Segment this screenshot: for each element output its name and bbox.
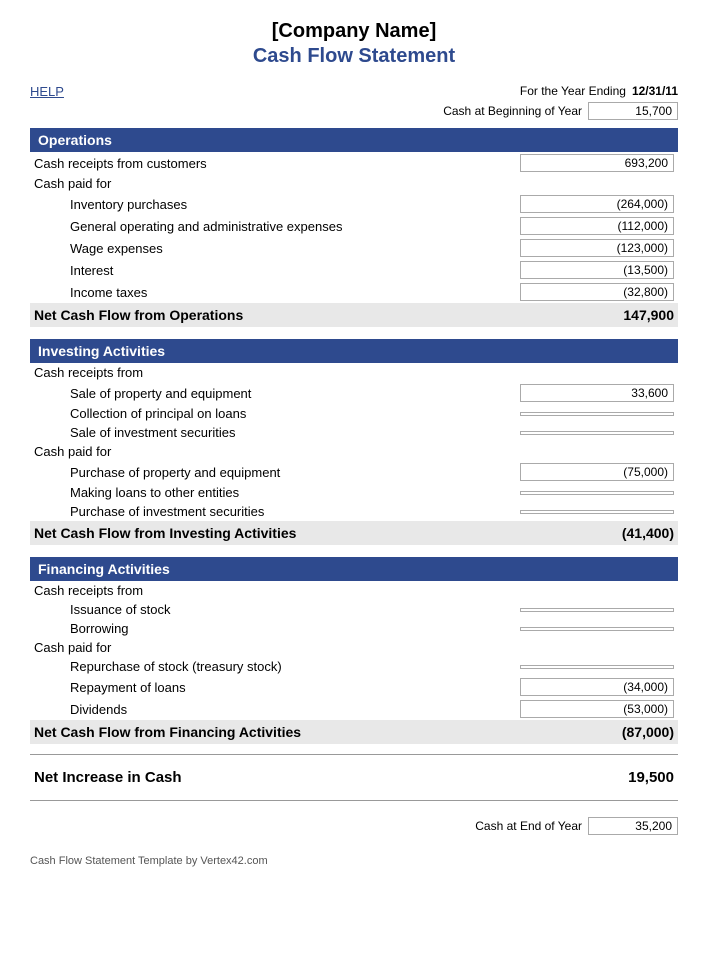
- row-label: Cash receipts from: [30, 581, 516, 600]
- table-row: Sale of property and equipment 33,600: [30, 382, 678, 404]
- table-row: Cash paid for: [30, 174, 678, 193]
- row-label: Repayment of loans: [30, 676, 516, 698]
- row-label: Purchase of property and equipment: [30, 461, 516, 483]
- investing-header: Investing Activities: [30, 339, 678, 363]
- help-link[interactable]: HELP: [30, 84, 64, 99]
- operations-section: Operations Cash receipts from customers …: [30, 128, 678, 327]
- table-row: Wage expenses (123,000): [30, 237, 678, 259]
- net-increase-row: Net Increase in Cash 19,500: [30, 763, 678, 792]
- table-row: Borrowing: [30, 619, 678, 638]
- financing-table: Cash receipts from Issuance of stock Bor…: [30, 581, 678, 744]
- row-label: Cash paid for: [30, 638, 516, 657]
- row-label: Making loans to other entities: [30, 483, 516, 502]
- net-increase-value: 19,500: [516, 763, 678, 792]
- table-row: Cash paid for: [30, 638, 678, 657]
- row-value[interactable]: [516, 600, 678, 619]
- table-row: Making loans to other entities: [30, 483, 678, 502]
- row-value[interactable]: [516, 483, 678, 502]
- row-label: Cash paid for: [30, 442, 516, 461]
- row-value[interactable]: [516, 619, 678, 638]
- row-value[interactable]: (123,000): [516, 237, 678, 259]
- row-label: Interest: [30, 259, 516, 281]
- net-operations-value: 147,900: [516, 303, 678, 327]
- investing-table: Cash receipts from Sale of property and …: [30, 363, 678, 545]
- cash-end-label: Cash at End of Year: [475, 819, 582, 833]
- table-row: Sale of investment securities: [30, 423, 678, 442]
- row-value[interactable]: [516, 404, 678, 423]
- net-financing-label: Net Cash Flow from Financing Activities: [30, 720, 516, 744]
- row-label: Borrowing: [30, 619, 516, 638]
- footer-text: Cash Flow Statement Template by Vertex42…: [30, 855, 678, 867]
- table-row: Issuance of stock: [30, 600, 678, 619]
- row-value[interactable]: 693,200: [516, 152, 678, 174]
- row-label: Repurchase of stock (treasury stock): [30, 657, 516, 676]
- table-row: Collection of principal on loans: [30, 404, 678, 423]
- row-value[interactable]: [516, 657, 678, 676]
- table-row: Repurchase of stock (treasury stock): [30, 657, 678, 676]
- table-row: Purchase of property and equipment (75,0…: [30, 461, 678, 483]
- row-value[interactable]: [516, 502, 678, 521]
- net-investing-value: (41,400): [516, 521, 678, 545]
- row-value[interactable]: (34,000): [516, 676, 678, 698]
- header-right: For the Year Ending 12/31/11 Cash at Beg…: [443, 84, 678, 120]
- cash-end-row: Cash at End of Year 35,200: [30, 817, 678, 835]
- table-row: Dividends (53,000): [30, 698, 678, 720]
- operations-table: Cash receipts from customers 693,200 Cas…: [30, 152, 678, 327]
- row-value[interactable]: (13,500): [516, 259, 678, 281]
- row-label: Collection of principal on loans: [30, 404, 516, 423]
- row-label: Issuance of stock: [30, 600, 516, 619]
- row-label: Sale of investment securities: [30, 423, 516, 442]
- row-value-empty: [516, 174, 678, 193]
- row-label: Wage expenses: [30, 237, 516, 259]
- table-row: Repayment of loans (34,000): [30, 676, 678, 698]
- row-label: Dividends: [30, 698, 516, 720]
- row-label: Purchase of investment securities: [30, 502, 516, 521]
- table-row: Income taxes (32,800): [30, 281, 678, 303]
- table-row: Interest (13,500): [30, 259, 678, 281]
- row-label: Cash paid for: [30, 174, 516, 193]
- company-name: [Company Name]: [30, 20, 678, 43]
- row-label: Cash receipts from: [30, 363, 516, 382]
- year-ending-value: 12/31/11: [632, 84, 678, 98]
- row-value[interactable]: 33,600: [516, 382, 678, 404]
- row-label: General operating and administrative exp…: [30, 215, 516, 237]
- row-value[interactable]: (75,000): [516, 461, 678, 483]
- row-value[interactable]: (264,000): [516, 193, 678, 215]
- row-label: Sale of property and equipment: [30, 382, 516, 404]
- table-row: Cash receipts from: [30, 363, 678, 382]
- table-row: Cash receipts from: [30, 581, 678, 600]
- net-increase-label: Net Increase in Cash: [30, 763, 516, 792]
- row-label: Inventory purchases: [30, 193, 516, 215]
- cash-beginning-label: Cash at Beginning of Year: [443, 104, 582, 118]
- cash-end-value[interactable]: 35,200: [588, 817, 678, 835]
- row-value[interactable]: (32,800): [516, 281, 678, 303]
- table-row: Cash receipts from customers 693,200: [30, 152, 678, 174]
- table-row: Purchase of investment securities: [30, 502, 678, 521]
- table-row: Cash paid for: [30, 442, 678, 461]
- net-operations-label: Net Cash Flow from Operations: [30, 303, 516, 327]
- statement-title: Cash Flow Statement: [30, 45, 678, 68]
- net-financing-row: Net Cash Flow from Financing Activities …: [30, 720, 678, 744]
- net-operations-row: Net Cash Flow from Operations 147,900: [30, 303, 678, 327]
- net-increase-table: Net Increase in Cash 19,500: [30, 763, 678, 792]
- operations-header: Operations: [30, 128, 678, 152]
- row-label: Cash receipts from customers: [30, 152, 516, 174]
- row-label: Income taxes: [30, 281, 516, 303]
- table-row: General operating and administrative exp…: [30, 215, 678, 237]
- row-value[interactable]: (53,000): [516, 698, 678, 720]
- investing-section: Investing Activities Cash receipts from …: [30, 339, 678, 545]
- year-ending-label: For the Year Ending: [520, 84, 626, 98]
- cash-beginning-value[interactable]: 15,700: [588, 102, 678, 120]
- net-investing-row: Net Cash Flow from Investing Activities …: [30, 521, 678, 545]
- financing-section: Financing Activities Cash receipts from …: [30, 557, 678, 744]
- row-value[interactable]: [516, 423, 678, 442]
- financing-header: Financing Activities: [30, 557, 678, 581]
- row-value[interactable]: (112,000): [516, 215, 678, 237]
- net-investing-label: Net Cash Flow from Investing Activities: [30, 521, 516, 545]
- table-row: Inventory purchases (264,000): [30, 193, 678, 215]
- net-financing-value: (87,000): [516, 720, 678, 744]
